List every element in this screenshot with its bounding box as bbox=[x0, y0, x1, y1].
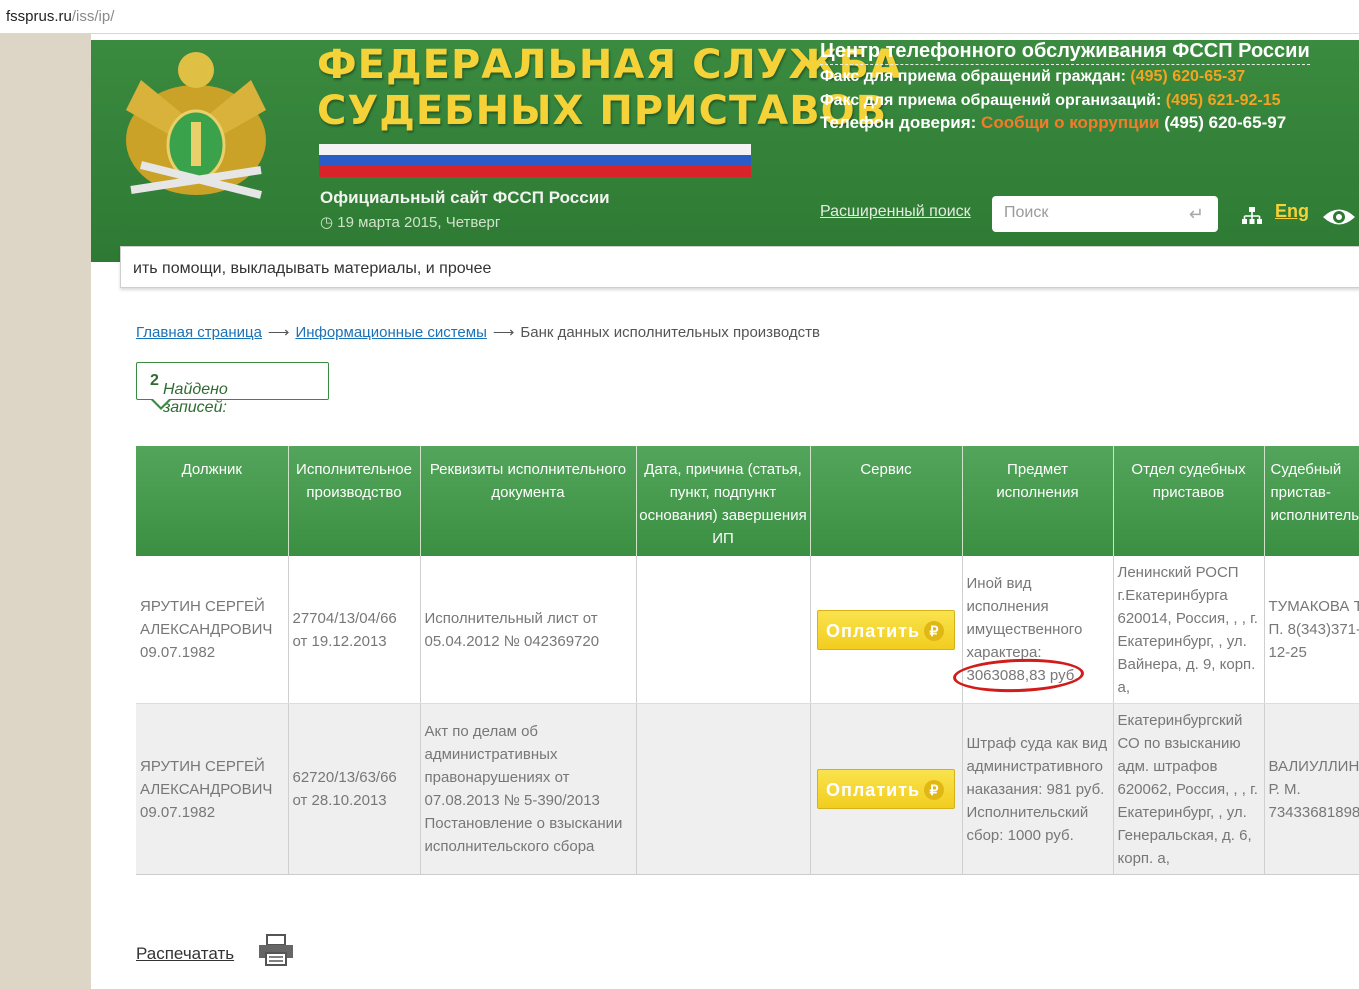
col-header-debtor: Должник bbox=[136, 446, 289, 556]
contact-center-title: Центр телефонного обслуживания ФССП Росс… bbox=[820, 40, 1310, 65]
browser-address-bar[interactable]: fssprus.ru/iss/ip/ bbox=[0, 0, 1359, 34]
current-date: ◷ 19 марта 2015, Четверг bbox=[320, 214, 501, 231]
report-corruption-link[interactable]: Сообщи о коррупции bbox=[981, 113, 1159, 132]
breadcrumb: Главная страница ⟶ Информационные системы ⟶… bbox=[136, 324, 820, 341]
site-title-line2: СУДЕБНЫХ ПРИСТАВОВ bbox=[317, 88, 888, 134]
advanced-search-link[interactable]: Расширенный поиск bbox=[820, 203, 971, 221]
breadcrumb-current: Банк данных исполнительных производств bbox=[520, 324, 820, 341]
results-table: Должник Исполнительное производство Рекв… bbox=[136, 446, 1359, 875]
url-text[interactable]: fssprus.ru/iss/ip/ bbox=[6, 8, 114, 25]
cell-debtor: ЯРУТИН СЕРГЕЙ АЛЕКСАНДРОВИЧ 09.07.1982 bbox=[136, 703, 289, 875]
accessibility-eye-icon[interactable] bbox=[1321, 206, 1357, 233]
pay-button[interactable]: Оплатить ₽ bbox=[817, 609, 955, 650]
page-left-margin bbox=[0, 34, 91, 989]
search-input[interactable]: Поиск ↵ bbox=[992, 196, 1218, 232]
site-title-line1: ФЕДЕРАЛЬНАЯ СЛУЖБА bbox=[317, 42, 902, 88]
cell-department: Ленинский РОСП г.Екатеринбурга 620014, Р… bbox=[1113, 556, 1265, 704]
cell-bailiff: ВАЛИУЛЛИН Р. М. 73433681898 bbox=[1264, 703, 1359, 875]
eagle-emblem-icon bbox=[126, 52, 266, 199]
clock-icon: ◷ bbox=[320, 214, 338, 231]
cell-bailiff: ТУМАКОВА Т. П. 8(343)371-12-25 bbox=[1264, 556, 1359, 704]
news-ticker: ить помощи, выкладывать материалы, и про… bbox=[120, 246, 1359, 288]
col-header-bailiff: Судебный пристав-исполнитель bbox=[1264, 446, 1359, 556]
breadcrumb-home-link[interactable]: Главная страница bbox=[136, 324, 262, 341]
col-header-service: Сервис bbox=[810, 446, 963, 556]
col-header-subject: Предмет исполнения bbox=[962, 446, 1114, 556]
printer-icon[interactable] bbox=[257, 934, 295, 971]
print-link[interactable]: Распечатать bbox=[136, 944, 234, 964]
records-count: 2 bbox=[150, 372, 159, 389]
cell-document: Исполнительный лист от 05.04.2012 № 0423… bbox=[420, 556, 637, 704]
ruble-icon: ₽ bbox=[924, 780, 944, 800]
ruble-icon: ₽ bbox=[924, 620, 944, 641]
site-header: ФЕДЕРАЛЬНАЯ СЛУЖБА СУДЕБНЫХ ПРИСТАВОВ Оф… bbox=[91, 40, 1359, 262]
cell-debtor: ЯРУТИН СЕРГЕЙ АЛЕКСАНДРОВИЧ 09.07.1982 bbox=[136, 556, 289, 704]
col-header-proceeding: Исполнительное производство bbox=[288, 446, 421, 556]
cell-subject: Штраф суда как вид административного нак… bbox=[962, 703, 1114, 875]
site-subtitle: Официальный сайт ФССП России bbox=[320, 188, 610, 207]
cell-completion bbox=[636, 703, 811, 875]
col-header-document: Реквизиты исполнительного документа bbox=[420, 446, 637, 556]
breadcrumb-systems-link[interactable]: Информационные системы bbox=[295, 324, 486, 341]
records-found-badge: Найдено записей: 2 bbox=[136, 362, 329, 416]
fax-citizens: Факс для приема обращений граждан: (495)… bbox=[820, 68, 1246, 85]
badge-pointer-inner bbox=[152, 398, 170, 407]
fax-organizations: Факс для приема обращений организаций: (… bbox=[820, 92, 1281, 109]
cell-service: Оплатить ₽ bbox=[810, 556, 963, 704]
cell-completion bbox=[636, 556, 811, 704]
pay-button[interactable]: Оплатить ₽ bbox=[817, 769, 955, 809]
cell-service: Оплатить ₽ bbox=[810, 703, 963, 875]
sitemap-icon[interactable] bbox=[1241, 206, 1263, 231]
cell-proceeding: 62720/13/63/66 от 28.10.2013 bbox=[288, 703, 421, 875]
table-header-row: Должник Исполнительное производство Рекв… bbox=[136, 446, 1359, 556]
english-language-link[interactable]: Eng bbox=[1275, 201, 1309, 222]
cell-proceeding: 27704/13/04/66 от 19.12.2013 bbox=[288, 556, 421, 704]
col-header-department: Отдел судебных приставов bbox=[1113, 446, 1265, 556]
cell-department: Екатеринбургский СО по взысканию адм. шт… bbox=[1113, 703, 1265, 875]
russian-flag-stripe bbox=[319, 144, 751, 178]
col-header-completion: Дата, причина (статья, пункт, подпункт о… bbox=[636, 446, 811, 556]
cell-document: Акт по делам об административных правона… bbox=[420, 703, 637, 875]
enter-icon[interactable]: ↵ bbox=[1189, 204, 1204, 225]
table-row: ЯРУТИН СЕРГЕЙ АЛЕКСАНДРОВИЧ 09.07.1982 2… bbox=[136, 556, 1359, 704]
table-row: ЯРУТИН СЕРГЕЙ АЛЕКСАНДРОВИЧ 09.07.1982 6… bbox=[136, 703, 1359, 875]
hotline: Телефон доверия: Сообщи о коррупции (495… bbox=[820, 113, 1287, 132]
